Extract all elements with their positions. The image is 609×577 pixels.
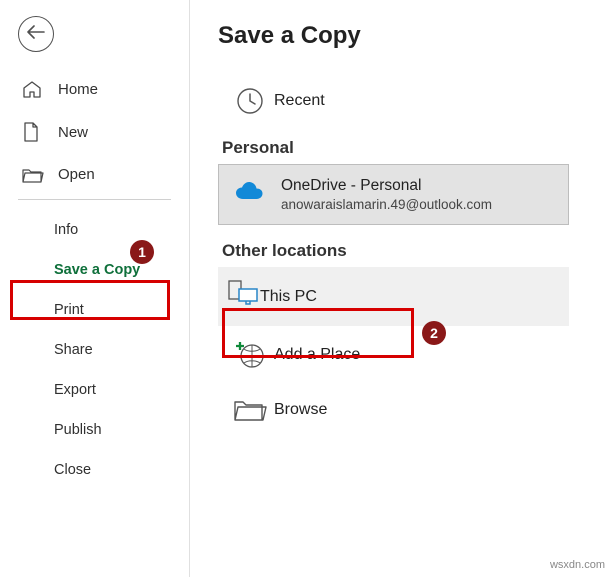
sidebar-item-export[interactable]: Export [0, 370, 189, 410]
onedrive-title: OneDrive - Personal [281, 177, 492, 195]
back-arrow-icon [27, 25, 45, 44]
nav-label: Save a Copy [54, 262, 140, 278]
sidebar-item-home[interactable]: Home [0, 68, 189, 110]
section-other: Other locations [222, 241, 609, 261]
sidebar-item-new[interactable]: New [0, 110, 189, 154]
location-browse[interactable]: Browse [218, 384, 569, 436]
location-label: Recent [274, 92, 325, 110]
nav-label: Close [54, 462, 91, 478]
nav-label: Publish [54, 422, 102, 438]
location-onedrive[interactable]: OneDrive - Personal anowaraislamarin.49@… [218, 164, 569, 225]
nav-label: Home [58, 81, 98, 98]
open-folder-icon [22, 167, 46, 183]
divider [18, 199, 171, 200]
nav-label: Export [54, 382, 96, 398]
location-label: This PC [260, 288, 317, 306]
sidebar-item-open[interactable]: Open [0, 154, 189, 195]
onedrive-email: anowaraislamarin.49@outlook.com [281, 197, 492, 212]
nav-label: Share [54, 342, 93, 358]
callout-highlight-1 [10, 280, 170, 320]
nav-label: Open [58, 166, 95, 183]
sidebar-item-info[interactable]: Info [0, 210, 189, 250]
back-button[interactable] [18, 16, 54, 52]
location-recent[interactable]: Recent [218, 72, 569, 130]
page-title: Save a Copy [218, 22, 609, 50]
watermark: wsxdn.com [550, 559, 605, 571]
home-icon [22, 80, 46, 98]
nav-label: Info [54, 222, 78, 238]
callout-highlight-2 [222, 308, 414, 358]
main-panel: Save a Copy Recent Personal OneDrive - P… [190, 0, 609, 577]
onedrive-icon [233, 181, 267, 208]
subnav: Info Save a Copy Print Share Export Publ… [0, 204, 189, 490]
onedrive-text: OneDrive - Personal anowaraislamarin.49@… [281, 177, 492, 212]
new-file-icon [22, 122, 46, 142]
sidebar-item-publish[interactable]: Publish [0, 410, 189, 450]
location-label: Browse [274, 401, 327, 419]
browse-folder-icon [226, 398, 274, 422]
nav-label: New [58, 124, 88, 141]
callout-badge-1: 1 [130, 240, 154, 264]
section-personal: Personal [222, 138, 609, 158]
sidebar-item-close[interactable]: Close [0, 450, 189, 490]
sidebar-item-share[interactable]: Share [0, 330, 189, 370]
recent-icon [226, 86, 274, 116]
callout-badge-2: 2 [422, 321, 446, 345]
